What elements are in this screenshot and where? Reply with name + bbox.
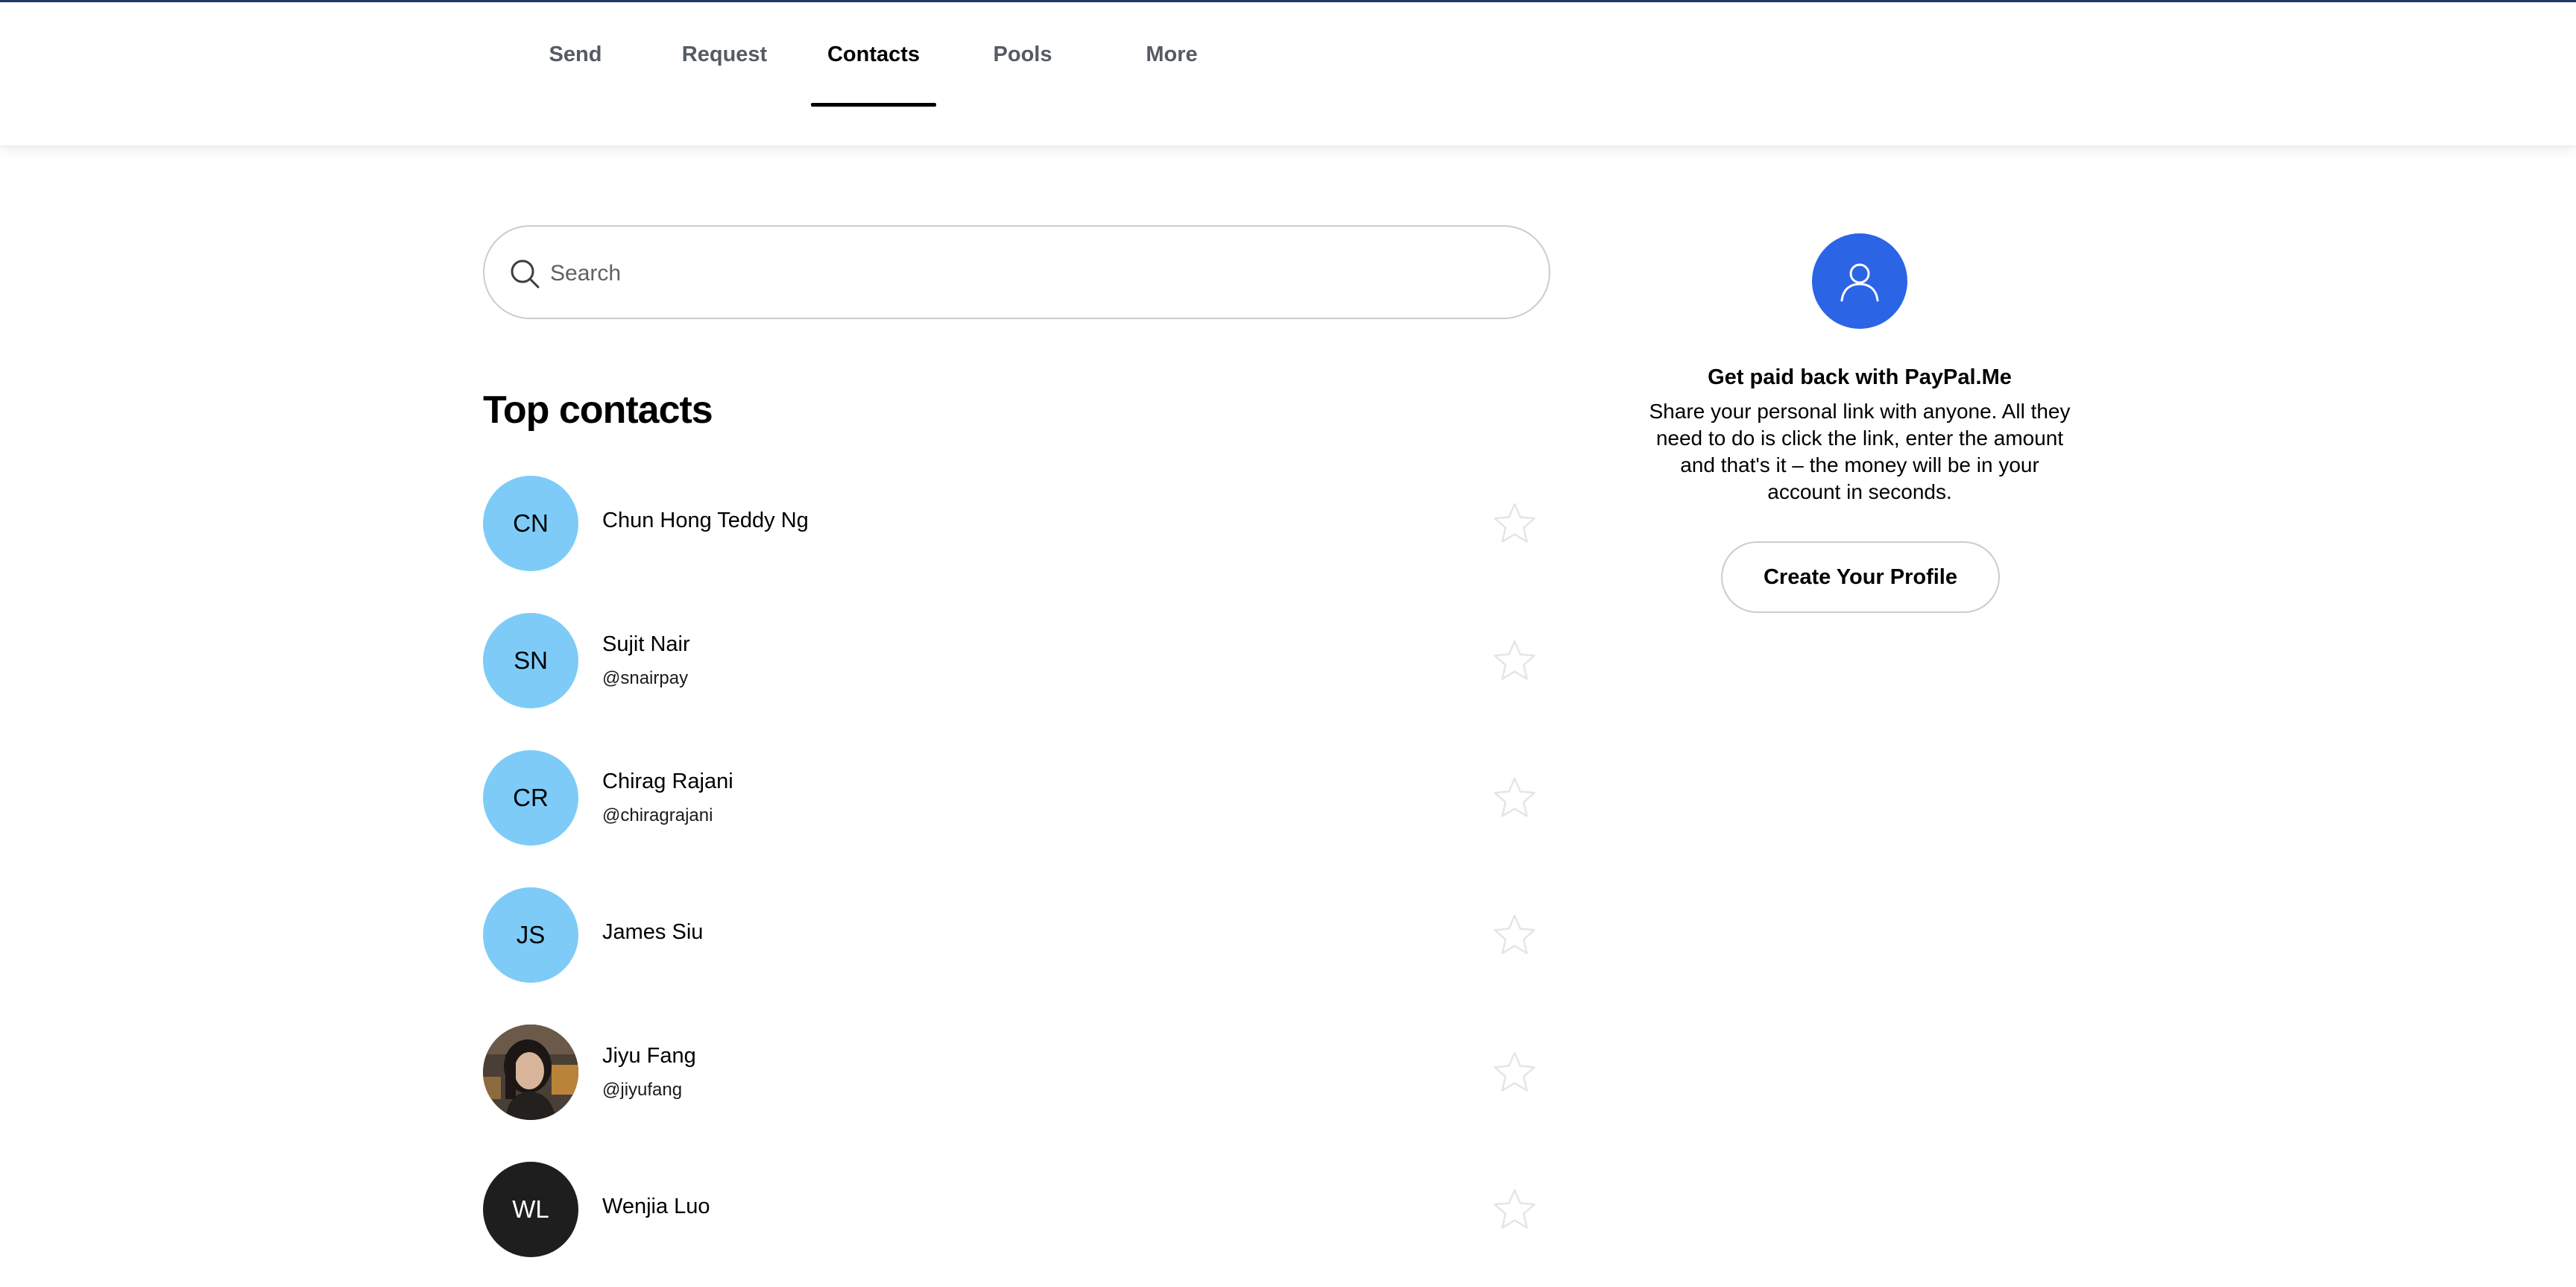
avatar: WL bbox=[483, 1162, 578, 1257]
tab-pools[interactable]: Pools bbox=[984, 2, 1061, 107]
favorite-star-icon[interactable] bbox=[1491, 637, 1538, 685]
promo-title: Get paid back with PayPal.Me bbox=[1708, 365, 2012, 389]
avatar: CN bbox=[483, 476, 578, 571]
search-input[interactable] bbox=[550, 249, 1519, 298]
contact-row[interactable]: SN Sujit Nair @snairpay bbox=[483, 613, 1550, 710]
avatar: JS bbox=[483, 887, 578, 983]
contact-name: Sujit Nair bbox=[602, 632, 690, 656]
avatar: CR bbox=[483, 750, 578, 846]
contact-row[interactable]: CR Chirag Rajani @chiragrajani bbox=[483, 750, 1550, 847]
contact-name: James Siu bbox=[602, 920, 704, 944]
top-nav-bar: Send Request Contacts Pools More bbox=[0, 2, 2576, 145]
avatar bbox=[483, 1025, 578, 1120]
contact-row[interactable]: JS James Siu bbox=[483, 887, 1550, 984]
tab-request[interactable]: Request bbox=[677, 2, 772, 107]
profile-avatar bbox=[1812, 233, 1907, 329]
favorite-star-icon[interactable] bbox=[1491, 1186, 1538, 1233]
profile-photo-icon bbox=[483, 1025, 578, 1120]
favorite-star-icon[interactable] bbox=[1491, 911, 1538, 959]
contact-row[interactable]: WL Wenjia Luo bbox=[483, 1162, 1550, 1259]
favorite-star-icon[interactable] bbox=[1491, 774, 1538, 822]
tab-contacts[interactable]: Contacts bbox=[811, 2, 936, 107]
tab-pools-label: Pools bbox=[993, 42, 1052, 66]
search-icon bbox=[511, 259, 540, 289]
tab-more[interactable]: More bbox=[1133, 2, 1210, 107]
tab-send[interactable]: Send bbox=[540, 2, 611, 107]
contact-name: Jiyu Fang bbox=[602, 1044, 696, 1068]
tab-send-label: Send bbox=[549, 42, 602, 66]
active-tab-indicator bbox=[811, 103, 936, 107]
contact-row[interactable]: CN Chun Hong Teddy Ng bbox=[483, 476, 1550, 573]
user-icon bbox=[1840, 263, 1879, 302]
contact-handle: @chiragrajani bbox=[602, 805, 713, 825]
top-contacts-heading: Top contacts bbox=[483, 388, 713, 432]
contact-handle: @jiyufang bbox=[602, 1080, 683, 1100]
favorite-star-icon[interactable] bbox=[1491, 1048, 1538, 1096]
contact-handle: @snairpay bbox=[602, 668, 689, 688]
contact-name: Chun Hong Teddy Ng bbox=[602, 509, 809, 532]
favorite-star-icon[interactable] bbox=[1491, 500, 1538, 547]
contact-name: Chirag Rajani bbox=[602, 770, 733, 793]
tab-more-label: More bbox=[1146, 42, 1198, 66]
contact-name: Wenjia Luo bbox=[602, 1195, 710, 1218]
create-profile-button[interactable]: Create Your Profile bbox=[1721, 541, 2000, 613]
search-bar[interactable] bbox=[483, 225, 1550, 319]
tab-request-label: Request bbox=[681, 42, 768, 66]
contact-row[interactable]: Jiyu Fang @jiyufang bbox=[483, 1025, 1550, 1121]
promo-description: Share your personal link with anyone. Al… bbox=[1649, 400, 2071, 503]
tab-contacts-label: Contacts bbox=[827, 42, 921, 66]
avatar: SN bbox=[483, 613, 578, 708]
